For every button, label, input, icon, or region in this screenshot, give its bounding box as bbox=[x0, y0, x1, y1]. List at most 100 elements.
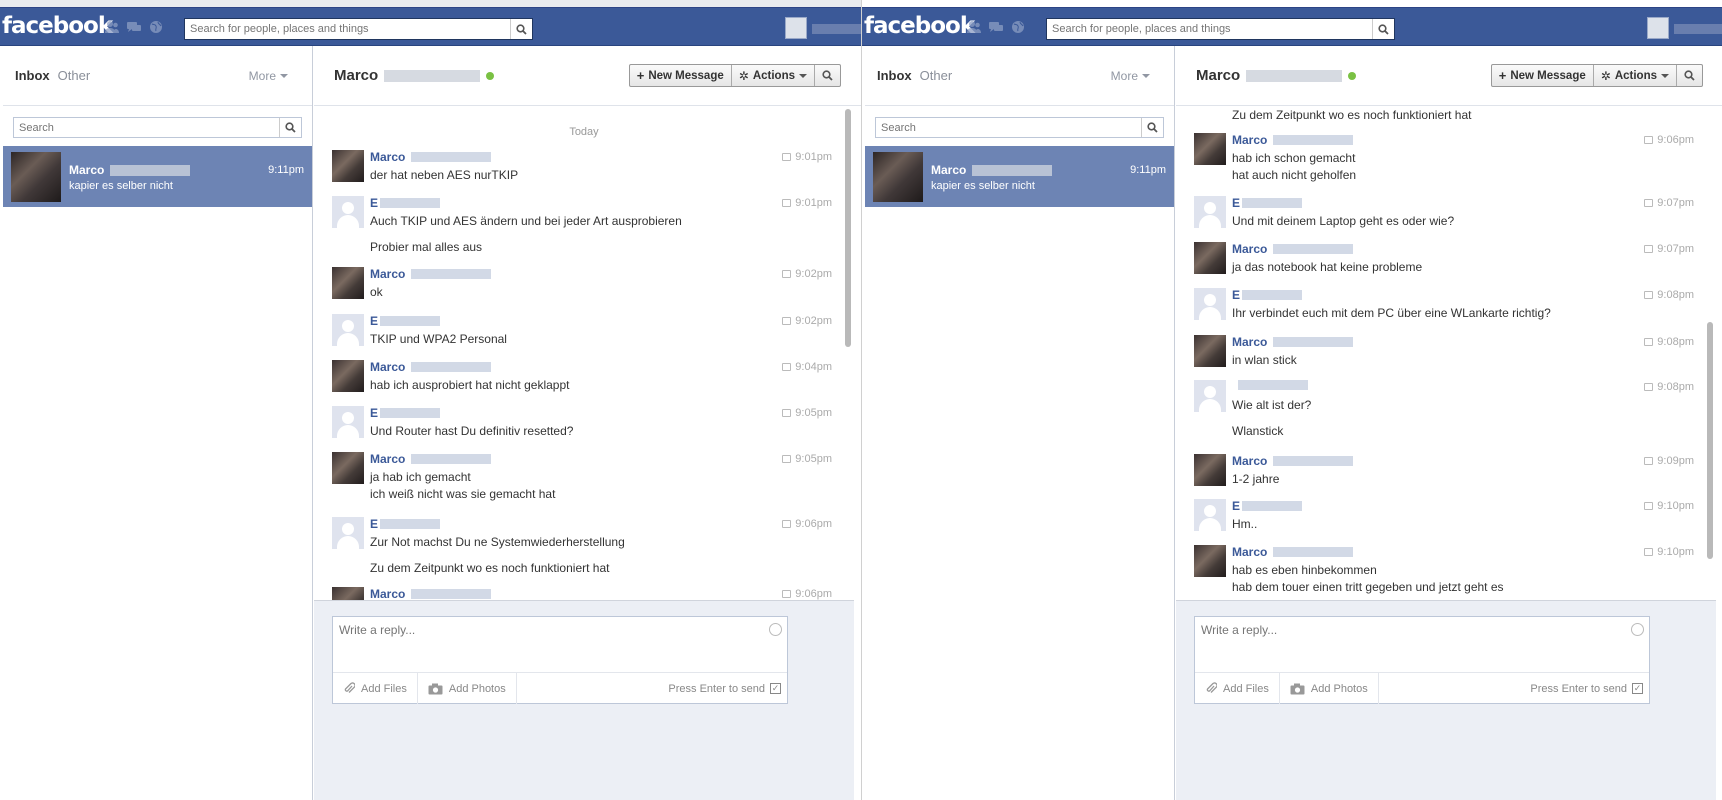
tab-inbox[interactable]: Inbox bbox=[15, 68, 50, 83]
press-enter-toggle[interactable]: Press Enter to send ✓ bbox=[1530, 683, 1649, 695]
chat-bubble-icon bbox=[782, 199, 792, 207]
inbox-search-button[interactable] bbox=[279, 118, 301, 137]
search-conversation-button[interactable] bbox=[1677, 65, 1702, 86]
avatar[interactable] bbox=[1194, 499, 1226, 531]
thread-time: 9:11pm bbox=[1130, 164, 1166, 176]
scrollbar-thumb[interactable] bbox=[845, 109, 851, 347]
avatar[interactable] bbox=[1194, 335, 1226, 367]
tab-other[interactable]: Other bbox=[58, 68, 91, 83]
sender-name[interactable]: Marco bbox=[370, 360, 492, 374]
scrollbar-thumb[interactable] bbox=[1707, 322, 1713, 559]
avatar[interactable] bbox=[1194, 454, 1226, 486]
avatar[interactable] bbox=[332, 267, 364, 299]
avatar[interactable] bbox=[332, 314, 364, 346]
message-text: Zur Not machst Du ne Systemwiederherstel… bbox=[370, 535, 625, 549]
avatar[interactable] bbox=[1194, 545, 1226, 577]
profile-avatar[interactable] bbox=[1647, 17, 1669, 39]
friend-requests-icon[interactable] bbox=[966, 20, 982, 34]
profile-name-redacted[interactable] bbox=[1674, 24, 1722, 34]
sender-name[interactable]: Marco bbox=[1232, 335, 1354, 349]
profile-avatar[interactable] bbox=[785, 17, 807, 39]
inbox-search-button[interactable] bbox=[1141, 118, 1163, 137]
more-menu[interactable]: More bbox=[1111, 69, 1150, 83]
tab-other[interactable]: Other bbox=[920, 68, 953, 83]
emoticon-icon[interactable] bbox=[1631, 623, 1644, 636]
reply-input[interactable] bbox=[333, 617, 787, 672]
messages-icon[interactable] bbox=[988, 20, 1004, 34]
notifications-globe-icon[interactable] bbox=[1010, 20, 1026, 34]
sender-name[interactable]: E bbox=[1232, 499, 1303, 513]
new-message-button[interactable]: + New Message bbox=[1492, 65, 1594, 86]
sender-name[interactable]: E bbox=[370, 314, 441, 328]
avatar[interactable] bbox=[332, 360, 364, 392]
reply-input[interactable] bbox=[1195, 617, 1649, 672]
sender-name[interactable]: E bbox=[1232, 288, 1303, 302]
messages-icon[interactable] bbox=[126, 20, 142, 34]
thread-item-selected[interactable]: Marco 9:11pm kapier es selber nicht bbox=[865, 146, 1174, 207]
message-list[interactable]: Zu dem Zeitpunkt wo es noch funktioniert… bbox=[1176, 107, 1716, 659]
sender-name[interactable]: E bbox=[1232, 196, 1303, 210]
add-files-button[interactable]: Add Files bbox=[1195, 673, 1280, 704]
redacted-surname bbox=[384, 69, 481, 82]
sender-name[interactable]: Marco bbox=[370, 267, 492, 281]
add-files-button[interactable]: Add Files bbox=[333, 673, 418, 704]
friend-requests-icon[interactable] bbox=[104, 20, 120, 34]
inbox-search[interactable] bbox=[875, 117, 1164, 138]
sender-name[interactable]: Marco bbox=[370, 587, 492, 601]
message-list[interactable]: Today Marco 9:01pm der hat neben AES nurTKI… bbox=[314, 107, 854, 659]
global-search[interactable] bbox=[1046, 18, 1395, 40]
sender-name[interactable] bbox=[1232, 380, 1308, 390]
chevron-down-icon bbox=[1142, 73, 1150, 78]
sender-name[interactable]: Marco bbox=[1232, 242, 1354, 256]
add-photos-button[interactable]: Add Photos bbox=[418, 673, 517, 704]
sender-name[interactable]: Marco bbox=[1232, 454, 1354, 468]
thread-item-selected[interactable]: Marco 9:11pm kapier es selber nicht bbox=[3, 146, 312, 207]
global-search-button[interactable] bbox=[510, 19, 532, 39]
avatar[interactable] bbox=[1194, 133, 1226, 165]
facebook-logo[interactable]: facebook bbox=[2, 13, 113, 39]
checkbox-checked-icon[interactable]: ✓ bbox=[1632, 683, 1643, 694]
sender-name[interactable]: E bbox=[370, 406, 441, 420]
sender-name[interactable]: Marco bbox=[370, 452, 492, 466]
avatar[interactable] bbox=[332, 196, 364, 228]
avatar[interactable] bbox=[1194, 242, 1226, 274]
sender-name[interactable]: Marco bbox=[370, 150, 492, 164]
profile-name-redacted[interactable] bbox=[812, 24, 861, 34]
actions-button[interactable]: ✲ Actions bbox=[732, 65, 815, 86]
press-enter-toggle[interactable]: Press Enter to send ✓ bbox=[668, 683, 787, 695]
checkbox-checked-icon[interactable]: ✓ bbox=[770, 683, 781, 694]
sender-name[interactable]: E bbox=[370, 196, 441, 210]
inbox-panel: Inbox Other More Marco 9:11pm kapier es … bbox=[865, 46, 1175, 800]
redacted-surname bbox=[110, 164, 191, 176]
add-photos-button[interactable]: Add Photos bbox=[1280, 673, 1379, 704]
inbox-search-input[interactable] bbox=[876, 121, 1141, 134]
timestamp-text: 9:06pm bbox=[1657, 134, 1694, 146]
avatar[interactable] bbox=[332, 517, 364, 549]
sender-name[interactable]: Marco bbox=[1232, 545, 1354, 559]
notifications-globe-icon[interactable] bbox=[148, 20, 164, 34]
avatar[interactable] bbox=[1194, 380, 1226, 412]
emoticon-icon[interactable] bbox=[769, 623, 782, 636]
avatar[interactable] bbox=[332, 452, 364, 484]
global-search-button[interactable] bbox=[1372, 19, 1394, 39]
avatar[interactable] bbox=[332, 150, 364, 182]
conversation-header: Marco + New Message ✲ Actions bbox=[1176, 46, 1722, 106]
tab-inbox[interactable]: Inbox bbox=[877, 68, 912, 83]
new-message-button[interactable]: + New Message bbox=[630, 65, 732, 86]
global-search[interactable] bbox=[184, 18, 533, 40]
actions-button[interactable]: ✲ Actions bbox=[1594, 65, 1677, 86]
inbox-search[interactable] bbox=[13, 117, 302, 138]
avatar[interactable] bbox=[1194, 196, 1226, 228]
global-search-input[interactable] bbox=[1047, 19, 1372, 39]
facebook-logo[interactable]: facebook bbox=[864, 13, 975, 39]
sender-name[interactable]: Marco bbox=[1232, 133, 1354, 147]
global-search-input[interactable] bbox=[185, 19, 510, 39]
avatar[interactable] bbox=[332, 406, 364, 438]
inbox-search-input[interactable] bbox=[14, 121, 279, 134]
reply-composer: Add Files Add Photos Press Enter to send… bbox=[1194, 616, 1650, 704]
sender-name[interactable]: E bbox=[370, 517, 441, 531]
avatar[interactable] bbox=[1194, 288, 1226, 320]
more-menu[interactable]: More bbox=[249, 69, 288, 83]
sender-first-name: E bbox=[1232, 288, 1241, 302]
search-conversation-button[interactable] bbox=[815, 65, 840, 86]
